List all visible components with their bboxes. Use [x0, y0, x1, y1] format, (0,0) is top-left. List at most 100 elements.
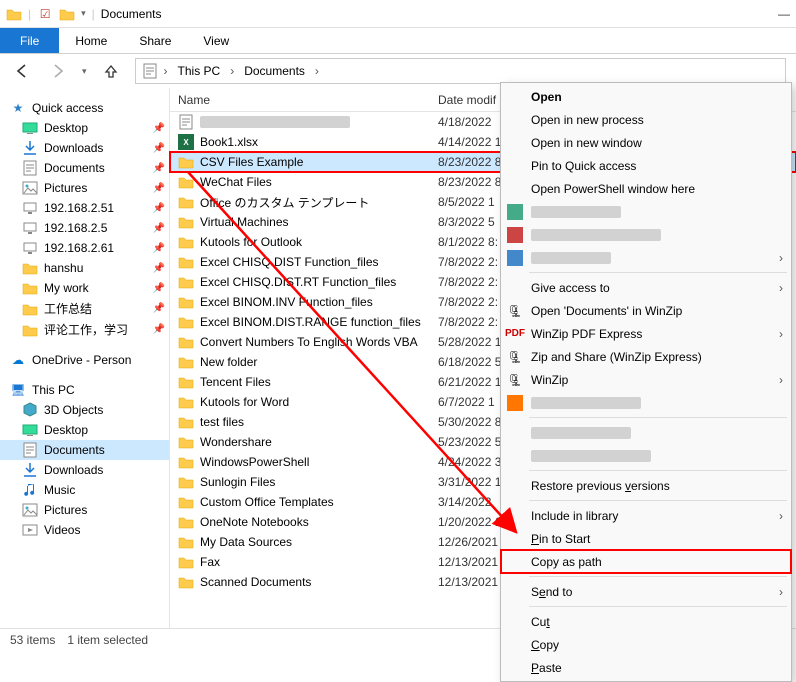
sidebar-item-label: 192.168.2.61 — [44, 241, 114, 255]
onedrive[interactable]: ☁ OneDrive - Person — [0, 350, 169, 370]
ctx-obscured-2[interactable] — [501, 223, 791, 246]
ctx-sep — [529, 606, 787, 607]
folder-icon — [178, 494, 194, 510]
file-date: 8/5/2022 1 — [438, 195, 495, 209]
ctx-pin-quick[interactable]: Pin to Quick access — [501, 154, 791, 177]
sidebar-item[interactable]: 3D Objects — [0, 400, 169, 420]
ctx-restore[interactable]: Restore previous versions — [501, 474, 791, 497]
minimize-button[interactable]: — — [778, 7, 790, 21]
ctx-copy-path[interactable]: Copy as path — [501, 550, 791, 573]
qat-sep2: | — [92, 7, 95, 21]
sidebar-item[interactable]: 192.168.2.5📌 — [0, 218, 169, 238]
file-name: Office のカスタム テンプレート — [200, 194, 369, 211]
sidebar-item[interactable]: hanshu📌 — [0, 258, 169, 278]
ctx-zip-share[interactable]: 🗜Zip and Share (WinZip Express) — [501, 345, 791, 368]
folder-icon — [178, 554, 194, 570]
col-date[interactable]: Date modif — [438, 93, 496, 107]
folder-icon — [178, 514, 194, 530]
file-name: OneNote Notebooks — [200, 515, 309, 529]
folder-icon — [178, 534, 194, 550]
sidebar-item[interactable]: My work📌 — [0, 278, 169, 298]
ctx-cut[interactable]: Cut — [501, 610, 791, 633]
folder-icon — [178, 374, 194, 390]
breadcrumb-sep[interactable] — [313, 64, 321, 78]
pin-icon: 📌 — [153, 123, 165, 134]
ctx-obscured-3[interactable]: › — [501, 246, 791, 269]
app-icon — [507, 204, 523, 220]
ctx-winzip[interactable]: 🗜WinZip› — [501, 368, 791, 391]
ctx-copy[interactable]: Copy — [501, 633, 791, 656]
sidebar-item[interactable]: 评论工作，学习📌 — [0, 319, 169, 340]
sidebar-item[interactable]: Music — [0, 480, 169, 500]
forward-button[interactable] — [46, 59, 70, 83]
ctx-send-to[interactable]: Send to› — [501, 580, 791, 603]
sidebar-item-label: 192.168.2.51 — [44, 201, 114, 215]
sidebar-item[interactable]: Documents 📌 — [0, 158, 169, 178]
sidebar-item[interactable]: 192.168.2.61📌 — [0, 238, 169, 258]
ctx-sep — [529, 470, 787, 471]
file-name: Custom Office Templates — [200, 495, 334, 509]
file-name: Tencent Files — [200, 375, 271, 389]
checkbox-icon[interactable]: ☑ — [37, 6, 53, 22]
ctx-pdf-express[interactable]: PDFWinZip PDF Express› — [501, 322, 791, 345]
app-icon — [507, 227, 523, 243]
ctx-obscured-4[interactable] — [501, 391, 791, 414]
app-icon — [507, 250, 523, 266]
tab-file[interactable]: File — [0, 28, 59, 53]
sidebar-item[interactable]: Downloads — [0, 460, 169, 480]
sidebar-item[interactable]: Downloads📌 — [0, 138, 169, 158]
breadcrumb-thispc[interactable]: This PC — [174, 62, 225, 80]
col-name[interactable]: Name — [178, 93, 438, 107]
ctx-open[interactable]: Open — [501, 85, 791, 108]
file-name: Kutools for Outlook — [200, 235, 302, 249]
tab-home[interactable]: Home — [59, 28, 123, 53]
ctx-paste[interactable]: Paste — [501, 656, 791, 679]
sidebar-item[interactable]: Videos — [0, 520, 169, 540]
cloud-icon: ☁ — [10, 352, 26, 368]
file-date: 7/8/2022 2: — [438, 255, 498, 269]
recent-dropdown[interactable]: ▾ — [82, 66, 87, 77]
sidebar-item[interactable]: Documents — [0, 440, 169, 460]
folder-icon — [178, 454, 194, 470]
ctx-obscured-5[interactable] — [501, 421, 791, 444]
file-date: 5/30/2022 8 — [438, 415, 501, 429]
ctx-give-access[interactable]: Give access to› — [501, 276, 791, 299]
sidebar-item[interactable]: Desktop — [0, 420, 169, 440]
breadcrumb-documents[interactable]: Documents — [240, 62, 309, 80]
breadcrumb-sep[interactable] — [162, 64, 170, 78]
sidebar-item[interactable]: 工作总结📌 — [0, 298, 169, 319]
up-button[interactable] — [99, 59, 123, 83]
breadcrumb-sep[interactable] — [228, 64, 236, 78]
back-button[interactable] — [10, 59, 34, 83]
sidebar-item[interactable]: 192.168.2.51📌 — [0, 198, 169, 218]
tab-view[interactable]: View — [187, 28, 245, 53]
ctx-pin-start[interactable]: Pin to Start — [501, 527, 791, 550]
file-name: Convert Numbers To English Words VBA — [200, 335, 418, 349]
this-pc[interactable]: 🖥 This PC — [0, 380, 169, 400]
ctx-open-ps[interactable]: Open PowerShell window here — [501, 177, 791, 200]
excel-icon: X — [178, 134, 194, 150]
network-icon — [22, 240, 38, 256]
qat-dropdown[interactable]: ▾ — [81, 8, 86, 19]
address-bar[interactable]: This PC Documents — [135, 58, 786, 84]
sidebar-item[interactable]: Desktop📌 — [0, 118, 169, 138]
ctx-obscured-6[interactable] — [501, 444, 791, 467]
folder-icon-qat[interactable] — [59, 6, 75, 22]
sidebar-item[interactable]: Pictures — [0, 500, 169, 520]
ctx-obscured-1[interactable] — [501, 200, 791, 223]
ctx-include-library[interactable]: Include in library› — [501, 504, 791, 527]
documents-icon — [142, 63, 158, 79]
pin-icon: 📌 — [153, 163, 165, 174]
pin-icon: 📌 — [153, 143, 165, 154]
ctx-open-new-window[interactable]: Open in new window — [501, 131, 791, 154]
file-date: 6/7/2022 1 — [438, 395, 495, 409]
sidebar-item-label: 评论工作，学习 — [44, 321, 128, 338]
file-date: 8/23/2022 8 — [438, 155, 501, 169]
ctx-open-new-process[interactable]: Open in new process — [501, 108, 791, 131]
sidebar-item-label: Documents — [44, 161, 105, 175]
sidebar-item[interactable]: Pictures📌 — [0, 178, 169, 198]
quick-access[interactable]: ★ Quick access — [0, 98, 169, 118]
ctx-open-winzip[interactable]: 🗜Open 'Documents' in WinZip — [501, 299, 791, 322]
tab-share[interactable]: Share — [123, 28, 187, 53]
file-name: Excel CHISQ.DIST.RT Function_files — [200, 275, 396, 289]
